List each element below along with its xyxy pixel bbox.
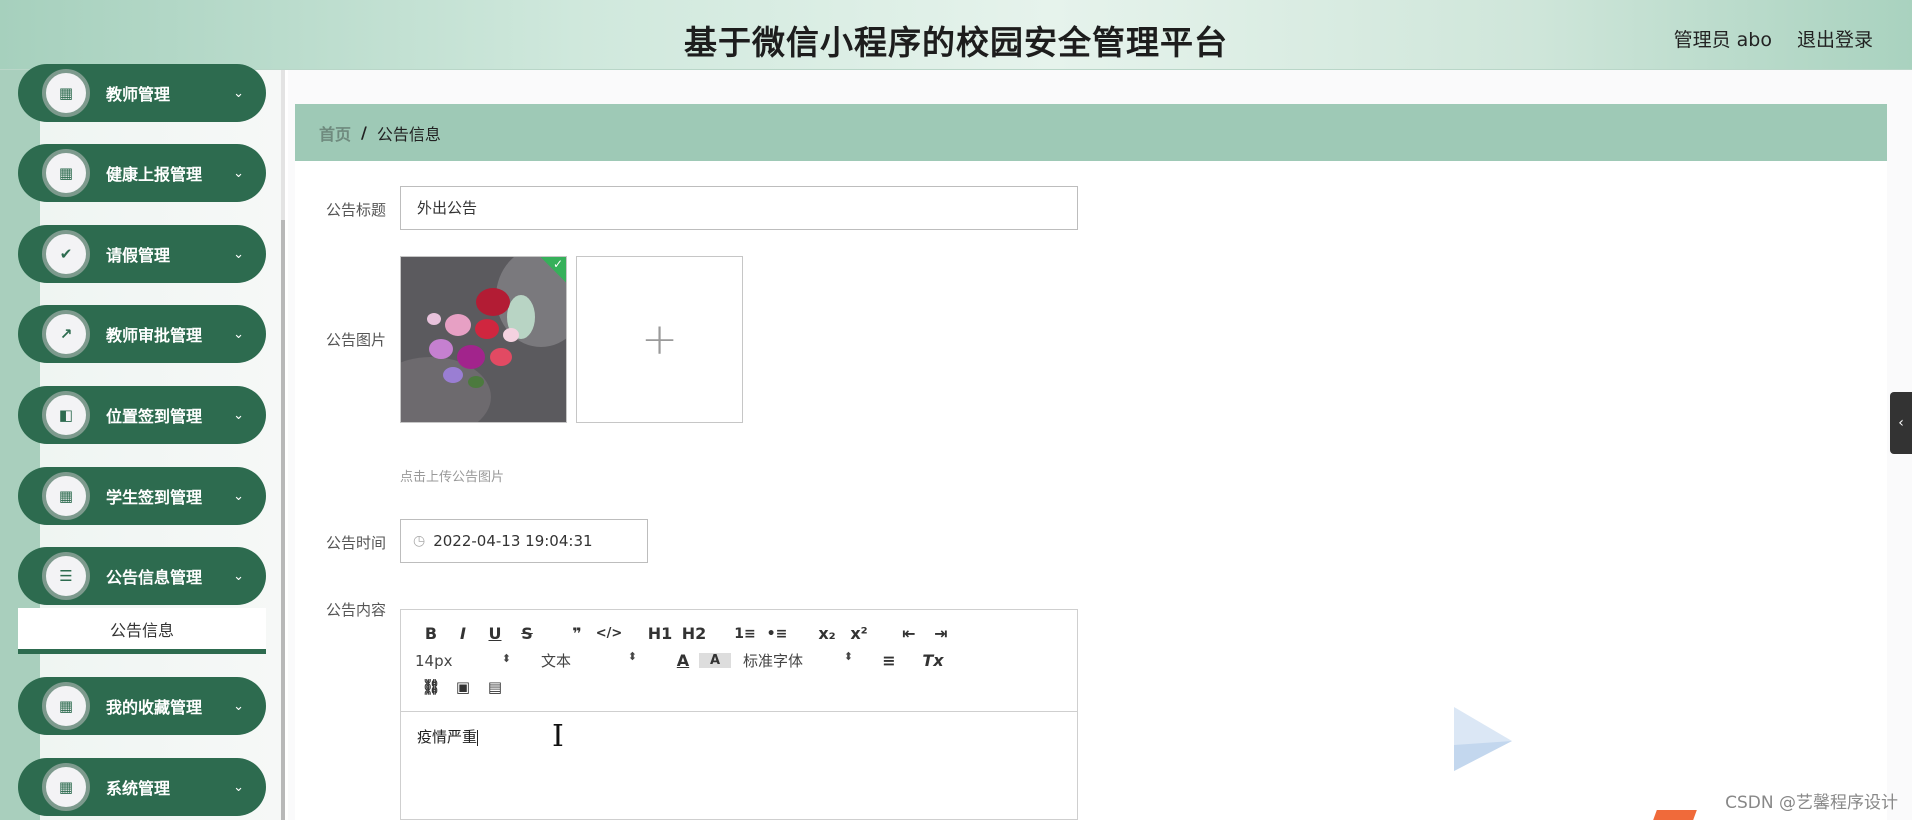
wallet-icon: ◧	[42, 391, 90, 439]
csdn-watermark: CSDN @艺馨程序设计	[1725, 793, 1898, 813]
title-label: 公告标题	[325, 201, 386, 219]
breadcrumb-separator: /	[361, 123, 367, 142]
background-color-icon[interactable]: A	[699, 653, 731, 668]
editor-content-area[interactable]: 疫情严重	[401, 712, 1077, 761]
sidebar-subitem-notice-info[interactable]: 公告信息	[18, 608, 266, 654]
content-label: 公告内容	[325, 601, 386, 619]
subscript-button[interactable]: x₂	[811, 624, 843, 643]
sidebar-item-notice[interactable]: ☰ 公告信息管理 ⌄	[18, 547, 266, 605]
font-family-select[interactable]: 标准字体 ⬍	[743, 650, 853, 671]
datetime-picker-input[interactable]: ◷ 2022-04-13 19:04:31	[400, 519, 648, 563]
font-size-select[interactable]: 14px ⬍	[415, 652, 511, 670]
superscript-button[interactable]: x²	[843, 624, 875, 643]
datetime-value: 2022-04-13 19:04:31	[433, 532, 593, 550]
check-icon: ✓	[552, 257, 563, 271]
select-arrows-icon: ⬍	[843, 650, 853, 663]
outdent-button[interactable]: ⇤	[893, 624, 925, 643]
orange-decoration	[1653, 810, 1697, 820]
grid-icon: ▦	[42, 69, 90, 117]
sidebar-item-label: 系统管理	[106, 779, 171, 798]
chevron-down-icon: ⌄	[233, 85, 244, 101]
align-left-icon[interactable]: ≡	[873, 651, 905, 670]
select-arrows-icon: ⬍	[501, 651, 511, 665]
upload-hint-text: 点击上传公告图片	[400, 470, 505, 485]
sidebar-item-student-checkin[interactable]: ▦ 学生签到管理 ⌄	[18, 467, 266, 525]
chevron-down-icon: ⌄	[233, 326, 244, 342]
breadcrumb-current: 公告信息	[376, 124, 441, 144]
sidebar-item-label: 位置签到管理	[106, 407, 203, 426]
strikethrough-button[interactable]: S	[511, 624, 543, 643]
breadcrumb: 首页 / 公告信息	[295, 104, 1887, 161]
sidebar-item-system[interactable]: ▦ 系统管理 ⌄	[18, 758, 266, 816]
sidebar-item-teacher-approval[interactable]: ↗ 教师审批管理 ⌄	[18, 305, 266, 363]
sidebar-item-label: 健康上报管理	[106, 165, 203, 184]
flower-bouquet-image	[401, 257, 566, 422]
grid-icon: ▦	[42, 472, 90, 520]
clipboard-check-icon: ✔	[42, 230, 90, 278]
text-caret	[477, 729, 479, 746]
bold-button[interactable]: B	[415, 624, 447, 643]
blockquote-button[interactable]: ❞	[561, 624, 593, 643]
image-upload-button[interactable]: +	[576, 256, 743, 423]
rich-text-editor: B I U S ❞ </> H1 H2 1≡ •≡ x₂ x² ⇤ ⇥ 14px…	[400, 609, 1078, 820]
current-user: 管理员 abo	[1673, 29, 1772, 51]
video-icon[interactable]: ▤	[479, 678, 511, 696]
sidebar-item-health-report[interactable]: ▦ 健康上报管理 ⌄	[18, 144, 266, 202]
sidebar-item-leave[interactable]: ✔ 请假管理 ⌄	[18, 225, 266, 283]
ibeam-cursor-icon: I	[552, 719, 564, 754]
grid-icon: ▦	[42, 763, 90, 811]
link-icon[interactable]: ⛓	[415, 678, 447, 696]
app-title: 基于微信小程序的校园安全管理平台	[684, 23, 1228, 62]
underline-button[interactable]: U	[479, 624, 511, 643]
grid-icon: ▦	[42, 682, 90, 730]
decorative-logo-icon	[1454, 707, 1512, 771]
sidebar-item-label: 我的收藏管理	[106, 698, 203, 717]
font-color-icon[interactable]: A	[667, 651, 699, 670]
image-icon[interactable]: ▣	[447, 678, 479, 696]
title-input[interactable]: 外出公告	[400, 186, 1078, 230]
clear-format-button[interactable]: Tx	[917, 651, 949, 670]
sidebar-item-label: 学生签到管理	[106, 488, 203, 507]
chevron-left-icon[interactable]: ‹	[1890, 392, 1912, 454]
list-icon: ☰	[42, 552, 90, 600]
heading2-button[interactable]: H2	[677, 624, 711, 643]
bullet-list-button[interactable]: •≡	[761, 626, 793, 642]
uploaded-image-thumbnail[interactable]: ✓	[400, 256, 567, 423]
sidebar-item-label: 教师审批管理	[106, 326, 203, 345]
logout-link[interactable]: 退出登录	[1797, 25, 1873, 52]
editor-toolbar: B I U S ❞ </> H1 H2 1≡ •≡ x₂ x² ⇤ ⇥ 14px…	[401, 610, 1077, 712]
italic-button[interactable]: I	[447, 624, 479, 643]
top-header: 基于微信小程序的校园安全管理平台 管理员 abo 退出登录	[0, 0, 1912, 70]
editor-content-text: 疫情严重	[417, 728, 478, 746]
sidebar-item-teacher[interactable]: ▦ 教师管理 ⌄	[18, 64, 266, 122]
sidebar-item-favorites[interactable]: ▦ 我的收藏管理 ⌄	[18, 677, 266, 735]
sidebar-item-label: 请假管理	[106, 246, 171, 265]
chevron-down-icon: ⌄	[233, 698, 244, 714]
sidebar-item-label: 公告信息管理	[106, 568, 203, 587]
sidebar-item-location-checkin[interactable]: ◧ 位置签到管理 ⌄	[18, 386, 266, 444]
code-block-button[interactable]: </>	[593, 626, 625, 641]
chevron-down-icon: ⌄	[233, 165, 244, 181]
sidebar-scrollbar-thumb[interactable]	[281, 220, 285, 820]
heading1-button[interactable]: H1	[643, 624, 677, 643]
indent-button[interactable]: ⇥	[925, 624, 957, 643]
block-type-select[interactable]: 文本 ⬍	[541, 650, 637, 671]
image-label: 公告图片	[325, 331, 386, 349]
breadcrumb-home[interactable]: 首页	[319, 121, 351, 145]
chevron-down-icon: ⌄	[233, 246, 244, 262]
chart-icon: ↗	[42, 310, 90, 358]
ordered-list-button[interactable]: 1≡	[729, 626, 761, 642]
time-label: 公告时间	[325, 534, 386, 552]
clock-icon: ◷	[413, 533, 426, 549]
chevron-down-icon: ⌄	[233, 779, 244, 795]
sidebar-item-label: 教师管理	[106, 85, 171, 104]
chevron-down-icon: ⌄	[233, 488, 244, 504]
chevron-down-icon: ⌄	[233, 568, 244, 584]
apps-icon: ▦	[42, 149, 90, 197]
select-arrows-icon: ⬍	[627, 650, 637, 663]
chevron-down-icon: ⌄	[233, 407, 244, 423]
plus-icon: +	[641, 314, 678, 365]
